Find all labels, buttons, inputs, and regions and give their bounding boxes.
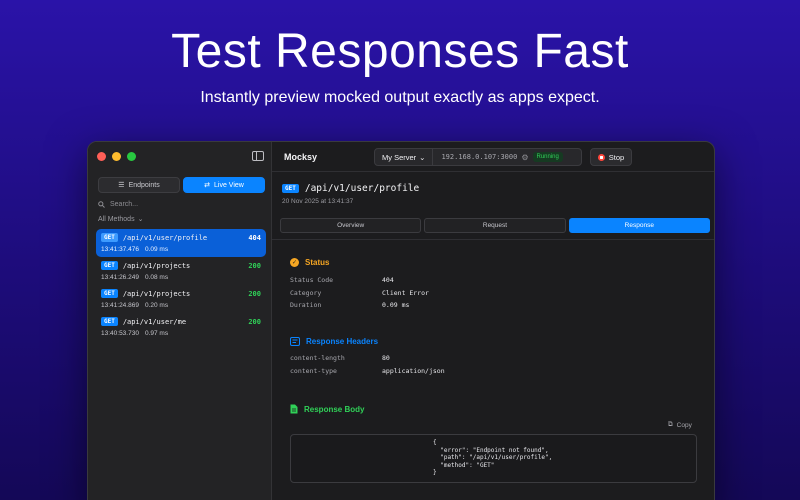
method-badge: GET [101, 289, 118, 298]
request-list-item[interactable]: GET /api/v1/user/profile 404 13:41:37.47… [96, 229, 266, 257]
arrows-exchange-icon: ⇄ [204, 182, 211, 189]
request-duration: 0.09 ms [144, 246, 169, 253]
request-path: /api/v1/projects [122, 289, 191, 298]
app-name: Mocksy [284, 152, 318, 162]
list-icon: ☰ [118, 182, 125, 189]
zoom-window-button[interactable] [127, 152, 136, 161]
header-row: content-length 80 [290, 354, 390, 362]
search-input[interactable]: Search... [98, 201, 138, 208]
request-time: 13:41:24.869 [101, 302, 139, 309]
request-path: /api/v1/user/profile [122, 233, 208, 242]
view-segmented-control: ☰ Endpoints ⇄ Live View [98, 177, 265, 193]
status-value: Client Error [382, 289, 429, 297]
status-row: Category Client Error [290, 289, 429, 297]
request-duration: 0.97 ms [144, 330, 169, 337]
search-placeholder: Search... [110, 201, 139, 208]
server-address: 192.168.0.107:3000 [441, 153, 518, 161]
toolbar: Mocksy My Server ⌄ 192.168.0.107:3000 ⚙ … [272, 142, 714, 172]
request-path: /api/v1/user/me [122, 317, 187, 326]
request-path: /api/v1/projects [122, 261, 191, 270]
request-duration: 0.20 ms [144, 302, 169, 309]
status-section-title: ✓ Status [290, 258, 329, 267]
stop-icon [597, 153, 605, 161]
endpoints-tab[interactable]: ☰ Endpoints [98, 177, 180, 193]
status-value: 0.09 ms [382, 301, 410, 309]
status-key: Status Code [290, 276, 334, 284]
stop-button[interactable]: Stop [590, 148, 632, 166]
document-icon [290, 404, 298, 414]
request-list-item[interactable]: GET /api/v1/projects 200 13:41:24.869 0.… [96, 285, 266, 313]
search-icon [98, 201, 105, 208]
endpoints-tab-label: Endpoints [128, 181, 160, 189]
app-window: ☰ Endpoints ⇄ Live View Search... All Me… [87, 141, 715, 500]
chevron-down-icon: ⌄ [137, 216, 144, 223]
copy-label: Copy [676, 421, 692, 429]
status-row: Status Code 404 [290, 276, 394, 284]
request-list: GET /api/v1/user/profile 404 13:41:37.47… [96, 229, 266, 341]
detail-tabs: Overview Request Response [280, 218, 710, 233]
body-title-label: Response Body [304, 404, 365, 414]
hero-title: Test Responses Fast [171, 25, 629, 78]
status-code: 200 [248, 317, 261, 326]
request-duration: 0.08 ms [144, 274, 169, 281]
tab-response[interactable]: Response [568, 218, 710, 233]
live-view-tab[interactable]: ⇄ Live View [183, 177, 265, 193]
copy-icon: ⧉ [668, 421, 673, 428]
stop-button-label: Stop [608, 152, 625, 162]
sidebar: ☰ Endpoints ⇄ Live View Search... All Me… [88, 142, 272, 500]
method-badge: GET [282, 184, 299, 193]
sidebar-toggle-icon[interactable] [252, 151, 264, 161]
headers-list-icon [290, 337, 300, 346]
status-row: Duration 0.09 ms [290, 301, 409, 309]
server-select[interactable]: My Server ⌄ [375, 149, 434, 165]
copy-button[interactable]: ⧉ Copy [668, 421, 692, 429]
tab-request[interactable]: Request [424, 218, 566, 233]
request-header: GET /api/v1/user/profile 20 Nov 2025 at … [282, 183, 419, 205]
method-badge: GET [101, 233, 118, 242]
request-time: 13:41:37.476 [101, 246, 139, 253]
header-key: content-type [290, 367, 337, 375]
status-title-label: Status [305, 258, 330, 267]
method-badge: GET [101, 261, 118, 270]
status-code: 404 [248, 233, 261, 242]
server-name: My Server [382, 152, 417, 162]
body-section-title: Response Body [290, 404, 364, 414]
server-status-badge: Running [532, 152, 563, 162]
minimize-window-button[interactable] [112, 152, 121, 161]
headers-title-label: Response Headers [306, 337, 379, 346]
divider [272, 239, 714, 240]
header-value: application/json [382, 367, 445, 375]
tab-overview[interactable]: Overview [280, 218, 422, 233]
status-key: Category [290, 289, 322, 297]
header-key: content-length [290, 354, 345, 362]
header-row: content-type application/json [290, 367, 445, 375]
headers-section-title: Response Headers [290, 337, 378, 346]
header-value: 80 [382, 354, 390, 362]
gear-icon[interactable]: ⚙ [521, 153, 528, 162]
hero-subtitle: Instantly preview mocked output exactly … [200, 89, 600, 106]
status-code: 200 [248, 289, 261, 298]
status-value: 404 [382, 276, 394, 284]
request-list-item[interactable]: GET /api/v1/projects 200 13:41:26.249 0.… [96, 257, 266, 285]
close-window-button[interactable] [97, 152, 106, 161]
request-time: 13:41:26.249 [101, 274, 139, 281]
request-date: 20 Nov 2025 at 13:41:37 [282, 198, 354, 205]
chevron-down-icon: ⌄ [419, 152, 426, 162]
request-title: /api/v1/user/profile [304, 183, 420, 194]
response-body-code: { "error": "Endpoint not found", "path":… [290, 434, 697, 483]
status-check-icon: ✓ [290, 258, 299, 267]
live-view-tab-label: Live View [214, 181, 244, 189]
request-time: 13:40:53.730 [101, 330, 139, 337]
server-control: My Server ⌄ 192.168.0.107:3000 ⚙ Running [374, 148, 582, 166]
method-badge: GET [101, 317, 118, 326]
status-key: Duration [290, 301, 322, 309]
window-controls [97, 152, 136, 161]
request-list-item[interactable]: GET /api/v1/user/me 200 13:40:53.730 0.9… [96, 313, 266, 341]
status-code: 200 [248, 261, 261, 270]
method-filter-label: All Methods [98, 215, 135, 223]
method-filter-dropdown[interactable]: All Methods ⌄ [98, 215, 144, 224]
main-panel: Mocksy My Server ⌄ 192.168.0.107:3000 ⚙ … [272, 142, 714, 500]
